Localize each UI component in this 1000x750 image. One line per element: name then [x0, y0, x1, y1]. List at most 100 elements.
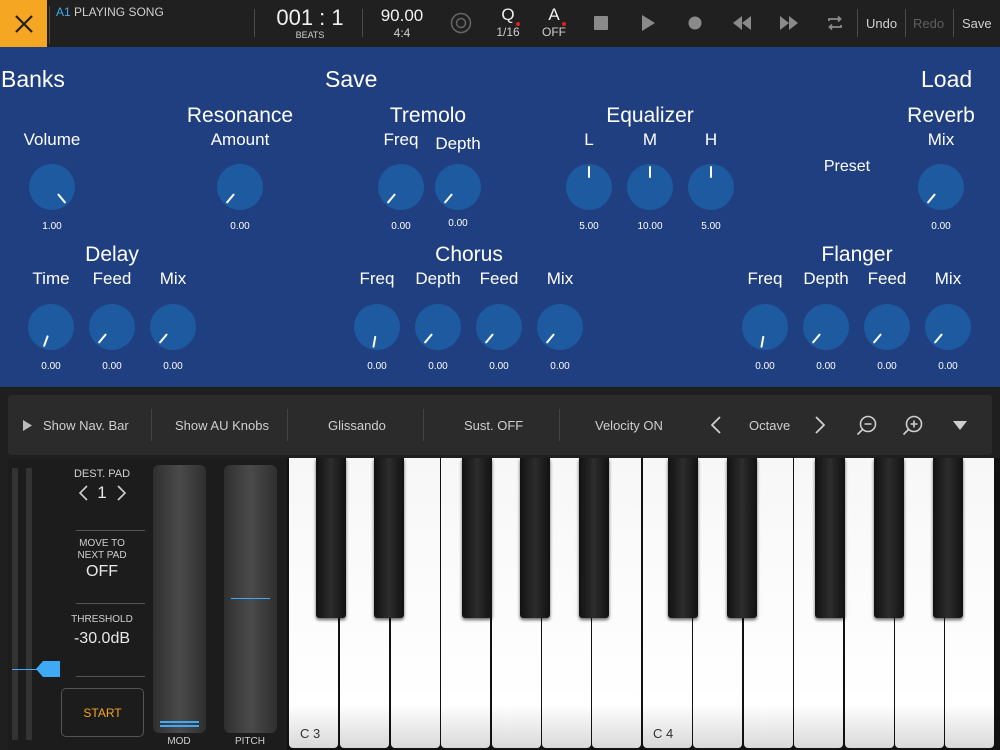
eq-l-value: 5.00 — [579, 221, 599, 232]
separator — [76, 676, 145, 677]
automation-button[interactable]: A OFF — [535, 5, 573, 39]
key-label-c3: C 3 — [300, 726, 321, 741]
eq-l-label: L — [584, 130, 594, 149]
loop-icon — [828, 15, 842, 31]
black-key-cs4[interactable] — [668, 458, 698, 618]
show-au-knobs-button[interactable]: Show AU Knobs — [175, 395, 269, 455]
chorus-mix-knob[interactable] — [537, 304, 583, 350]
delay-feed-knob[interactable] — [89, 304, 135, 350]
reverb-mix-knob[interactable] — [918, 164, 964, 210]
black-key-as3[interactable] — [579, 458, 609, 618]
tremolo-freq-knob[interactable] — [378, 164, 424, 210]
separator — [76, 603, 145, 604]
banks-button[interactable]: Banks — [1, 66, 65, 93]
separator — [857, 9, 858, 37]
delay-time-label: Time — [32, 269, 70, 288]
move-to-next-pad-toggle[interactable]: MOVE TO NEXT PAD OFF — [77, 538, 126, 582]
flanger-feed-knob[interactable] — [864, 304, 910, 350]
preset-selector[interactable]: Preset — [824, 158, 870, 176]
save-button[interactable]: Save — [962, 16, 992, 31]
black-key-gs4[interactable] — [874, 458, 904, 618]
black-key-ds3[interactable] — [374, 458, 404, 618]
start-button[interactable]: START — [61, 688, 144, 737]
flanger-freq-knob[interactable] — [742, 304, 788, 350]
zoom-in-icon — [902, 415, 923, 436]
load-preset-button[interactable]: Load — [921, 66, 972, 93]
zoom-out-icon — [856, 415, 877, 436]
eq-l-knob[interactable] — [566, 164, 612, 210]
loop-button[interactable] — [826, 15, 844, 36]
resonance-title: Resonance — [186, 104, 294, 127]
play-button[interactable] — [642, 15, 655, 36]
flanger-depth-knob[interactable] — [803, 304, 849, 350]
flanger-freq-label: Freq — [747, 269, 783, 288]
chorus-depth-knob[interactable] — [415, 304, 461, 350]
black-key-cs3[interactable] — [316, 458, 346, 618]
quantize-button[interactable]: Q 1/16 — [488, 5, 528, 39]
flanger-mix-knob[interactable] — [925, 304, 971, 350]
position-value: 001 : 1 — [276, 5, 344, 30]
threshold-value[interactable]: -30.0dB — [74, 630, 130, 648]
record-button[interactable] — [688, 16, 702, 35]
black-key-gs3[interactable] — [520, 458, 550, 618]
rewind-icon — [733, 16, 751, 30]
dest-pad-next-button[interactable] — [117, 485, 127, 506]
position-display[interactable]: 001 : 1 BEATS — [262, 5, 358, 41]
black-key-fs3[interactable] — [462, 458, 492, 618]
dest-pad-label: DEST. PAD — [73, 468, 131, 480]
chorus-depth-value: 0.00 — [428, 361, 448, 372]
dest-pad-prev-button[interactable] — [78, 485, 88, 506]
black-key-as4[interactable] — [933, 458, 963, 618]
tremolo-depth-knob[interactable] — [435, 164, 481, 210]
tempo-display[interactable]: 90.00 4:4 — [368, 6, 436, 40]
chevron-left-icon — [78, 485, 88, 501]
flanger-feed-value: 0.00 — [877, 361, 897, 372]
octave-down-button[interactable] — [711, 395, 721, 455]
metronome-button[interactable] — [450, 12, 472, 39]
glissando-button[interactable]: Glissando — [328, 395, 386, 455]
pitch-label: PITCH — [235, 736, 265, 747]
separator — [362, 9, 363, 37]
zoom-in-button[interactable] — [902, 395, 924, 455]
rewind-button[interactable] — [733, 16, 751, 35]
save-preset-button[interactable]: Save — [325, 66, 377, 93]
delay-mix-knob[interactable] — [150, 304, 196, 350]
show-nav-bar-button[interactable]: Show Nav. Bar — [23, 395, 129, 455]
octave-label: Octave — [749, 417, 791, 433]
stop-button[interactable] — [594, 16, 608, 35]
eq-h-knob[interactable] — [688, 164, 734, 210]
octave-up-button[interactable] — [815, 395, 825, 455]
velocity-button[interactable]: Velocity ON — [595, 395, 663, 455]
chorus-feed-label: Feed — [479, 269, 519, 288]
volume-knob[interactable] — [29, 164, 75, 210]
sustain-button[interactable]: Sust. OFF — [464, 395, 523, 455]
flanger-depth-value: 0.00 — [816, 361, 836, 372]
show-nav-bar-label: Show Nav. Bar — [43, 417, 129, 433]
flanger-feed-label: Feed — [867, 269, 907, 288]
automation-label: A — [548, 5, 560, 24]
redo-button[interactable]: Redo — [913, 16, 944, 31]
undo-button[interactable]: Undo — [866, 16, 897, 31]
eq-m-knob[interactable] — [627, 164, 673, 210]
chorus-feed-knob[interactable] — [476, 304, 522, 350]
expand-menu-button[interactable] — [953, 395, 967, 455]
black-key-ds4[interactable] — [727, 458, 757, 618]
resonance-amount-knob[interactable] — [217, 164, 263, 210]
tremolo-depth-label: Depth — [435, 134, 481, 153]
reverb-title: Reverb — [907, 104, 975, 127]
chorus-freq-label: Freq — [359, 269, 395, 288]
chorus-title: Chorus — [435, 243, 503, 266]
zoom-out-button[interactable] — [856, 395, 878, 455]
mod-wheel[interactable] — [153, 465, 206, 733]
threshold-meter-left — [12, 468, 18, 740]
quantize-label: Q — [501, 5, 515, 24]
delay-time-knob[interactable] — [28, 304, 74, 350]
chorus-freq-knob[interactable] — [354, 304, 400, 350]
threshold-slider-handle[interactable] — [36, 661, 60, 682]
fast-forward-button[interactable] — [780, 16, 798, 35]
reverb-mix-value: 0.00 — [931, 221, 951, 232]
separator — [49, 6, 50, 44]
pitch-wheel[interactable] — [224, 465, 277, 733]
close-button[interactable] — [0, 0, 47, 47]
black-key-fs4[interactable] — [815, 458, 845, 618]
